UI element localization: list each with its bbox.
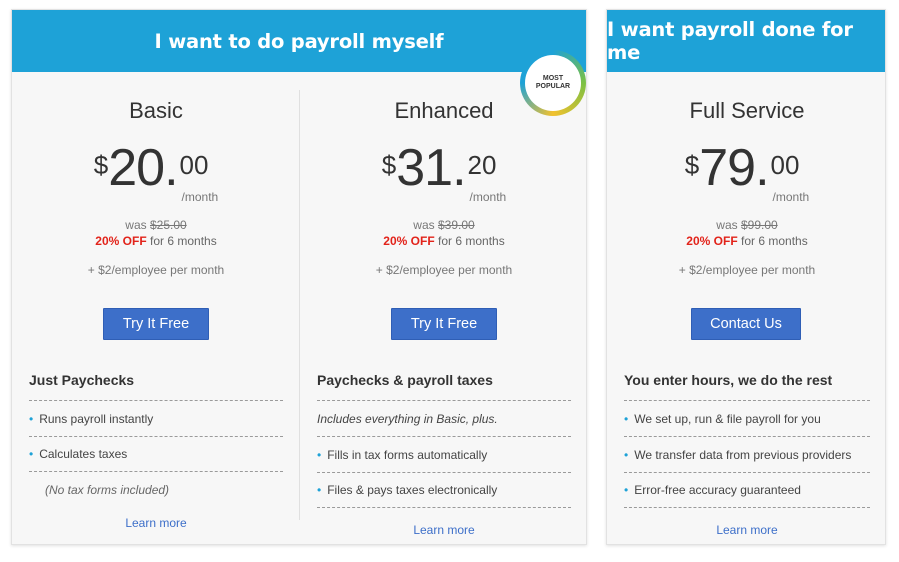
feature-text: We set up, run & file payroll for you bbox=[634, 411, 821, 426]
learn-more-link[interactable]: Learn more bbox=[607, 523, 887, 537]
badge-line-2: POPULAR bbox=[535, 83, 571, 90]
per-employee-fee: + $2/employee per month bbox=[375, 263, 513, 277]
list-item: • We set up, run & file payroll for you bbox=[624, 400, 870, 436]
bullet-dot-icon: • bbox=[29, 447, 34, 461]
plan-name: Basic bbox=[129, 98, 183, 123]
price-dot: . bbox=[164, 139, 179, 197]
feature-text: Calculates taxes bbox=[39, 447, 128, 461]
features-list: • We set up, run & file payroll for you … bbox=[624, 400, 870, 508]
list-item: • We transfer data from previous provide… bbox=[624, 436, 870, 472]
was-price-line: was $99.00 bbox=[607, 218, 887, 232]
plan-price: $ 20 . 00 /month bbox=[12, 139, 300, 204]
price-period: /month bbox=[181, 190, 219, 204]
feature-text: Error-free accuracy guaranteed bbox=[634, 483, 801, 497]
badge-line-1: MOST bbox=[542, 75, 564, 83]
try-it-free-button[interactable]: Try It Free bbox=[391, 308, 497, 340]
price-cents: 00 bbox=[179, 150, 209, 180]
plan-enhanced: Enhanced $ 31 . 20 /month was $39.00 20%… bbox=[300, 72, 588, 542]
price-cents: 00 bbox=[770, 150, 800, 180]
price-cents: 20 bbox=[467, 150, 497, 180]
price-currency: $ bbox=[684, 150, 700, 180]
list-item: • Runs payroll instantly bbox=[29, 400, 283, 436]
full-service-panel: I want payroll done for me Full Service … bbox=[606, 9, 886, 545]
self-service-panel: I want to do payroll myself Basic $ 20 .… bbox=[11, 9, 587, 545]
price-period: /month bbox=[772, 190, 810, 204]
try-it-free-button[interactable]: Try It Free bbox=[103, 308, 209, 340]
discount-duration: for 6 months bbox=[150, 234, 217, 248]
price-cents-group: 00 /month bbox=[771, 142, 810, 204]
bullet-dot-icon: • bbox=[317, 483, 322, 497]
price-dot: . bbox=[452, 139, 467, 197]
discount-duration: for 6 months bbox=[741, 234, 808, 248]
plan-basic: Basic $ 20 . 00 /month was $25.00 20% OF… bbox=[12, 72, 300, 542]
contact-us-button[interactable]: Contact Us bbox=[691, 308, 801, 340]
was-label: was bbox=[413, 218, 435, 232]
full-service-banner: I want payroll done for me bbox=[607, 10, 885, 72]
price-period: /month bbox=[469, 190, 507, 204]
per-employee-fee: + $2/employee per month bbox=[87, 263, 225, 277]
plan-price: $ 79 . 00 /month bbox=[607, 139, 887, 204]
list-item: • Error-free accuracy guaranteed bbox=[624, 472, 870, 508]
feature-note: (No tax forms included) bbox=[45, 483, 170, 497]
was-label: was bbox=[125, 218, 147, 232]
was-price: $39.00 bbox=[437, 218, 475, 232]
per-employee-fee: + $2/employee per month bbox=[678, 263, 816, 277]
plan-full-service: Full Service $ 79 . 00 /month was $99.00… bbox=[607, 72, 887, 542]
bullet-dot-icon: • bbox=[624, 411, 629, 426]
feature-text: Files & pays taxes electronically bbox=[327, 483, 498, 497]
bullet-dot-icon: • bbox=[624, 483, 629, 497]
was-price: $99.00 bbox=[740, 218, 778, 232]
discount-line: 20% OFF for 6 months bbox=[12, 234, 300, 248]
plan-name: Full Service bbox=[689, 98, 805, 123]
discount-badge: 20% OFF bbox=[95, 234, 147, 248]
price-cents-group: 20 /month bbox=[468, 142, 507, 204]
features-title: You enter hours, we do the rest bbox=[624, 372, 833, 388]
price-dollars: 20 bbox=[108, 139, 165, 197]
discount-duration: for 6 months bbox=[438, 234, 505, 248]
was-price-line: was $39.00 bbox=[300, 218, 588, 232]
price-dot: . bbox=[755, 139, 770, 197]
learn-more-link[interactable]: Learn more bbox=[12, 516, 300, 530]
price-dollars: 31 bbox=[396, 139, 453, 197]
list-item: Includes everything in Basic, plus. bbox=[317, 400, 571, 436]
features-list: Includes everything in Basic, plus. • Fi… bbox=[317, 400, 571, 508]
bullet-dot-icon: • bbox=[624, 447, 629, 462]
features-title: Paychecks & payroll taxes bbox=[317, 372, 493, 388]
self-service-banner: I want to do payroll myself bbox=[12, 10, 586, 72]
was-price-line: was $25.00 bbox=[12, 218, 300, 232]
features-intro: Includes everything in Basic, plus. bbox=[317, 411, 498, 426]
feature-text: Fills in tax forms automatically bbox=[327, 447, 488, 462]
discount-badge: 20% OFF bbox=[383, 234, 435, 248]
features-list: • Runs payroll instantly • Calculates ta… bbox=[29, 400, 283, 508]
badge-label: MOST POPULAR bbox=[525, 55, 581, 111]
price-cents-group: 00 /month bbox=[180, 142, 219, 204]
discount-badge: 20% OFF bbox=[686, 234, 738, 248]
discount-line: 20% OFF for 6 months bbox=[607, 234, 887, 248]
price-dollars: 79 bbox=[699, 139, 756, 197]
price-currency: $ bbox=[381, 150, 397, 180]
bullet-dot-icon: • bbox=[317, 447, 322, 462]
feature-text: Runs payroll instantly bbox=[39, 411, 154, 426]
list-item: • Fills in tax forms automatically bbox=[317, 436, 571, 472]
was-price: $25.00 bbox=[149, 218, 187, 232]
list-item: • Calculates taxes bbox=[29, 436, 283, 472]
features-title: Just Paychecks bbox=[29, 372, 135, 388]
was-label: was bbox=[716, 218, 738, 232]
discount-line: 20% OFF for 6 months bbox=[300, 234, 588, 248]
plan-price: $ 31 . 20 /month bbox=[300, 139, 588, 204]
list-item: • Files & pays taxes electronically bbox=[317, 472, 571, 508]
learn-more-link[interactable]: Learn more bbox=[300, 523, 588, 537]
bullet-dot-icon: • bbox=[29, 411, 34, 426]
feature-text: We transfer data from previous providers bbox=[634, 447, 852, 462]
most-popular-badge-icon: MOST POPULAR bbox=[520, 50, 586, 116]
price-currency: $ bbox=[93, 150, 109, 180]
